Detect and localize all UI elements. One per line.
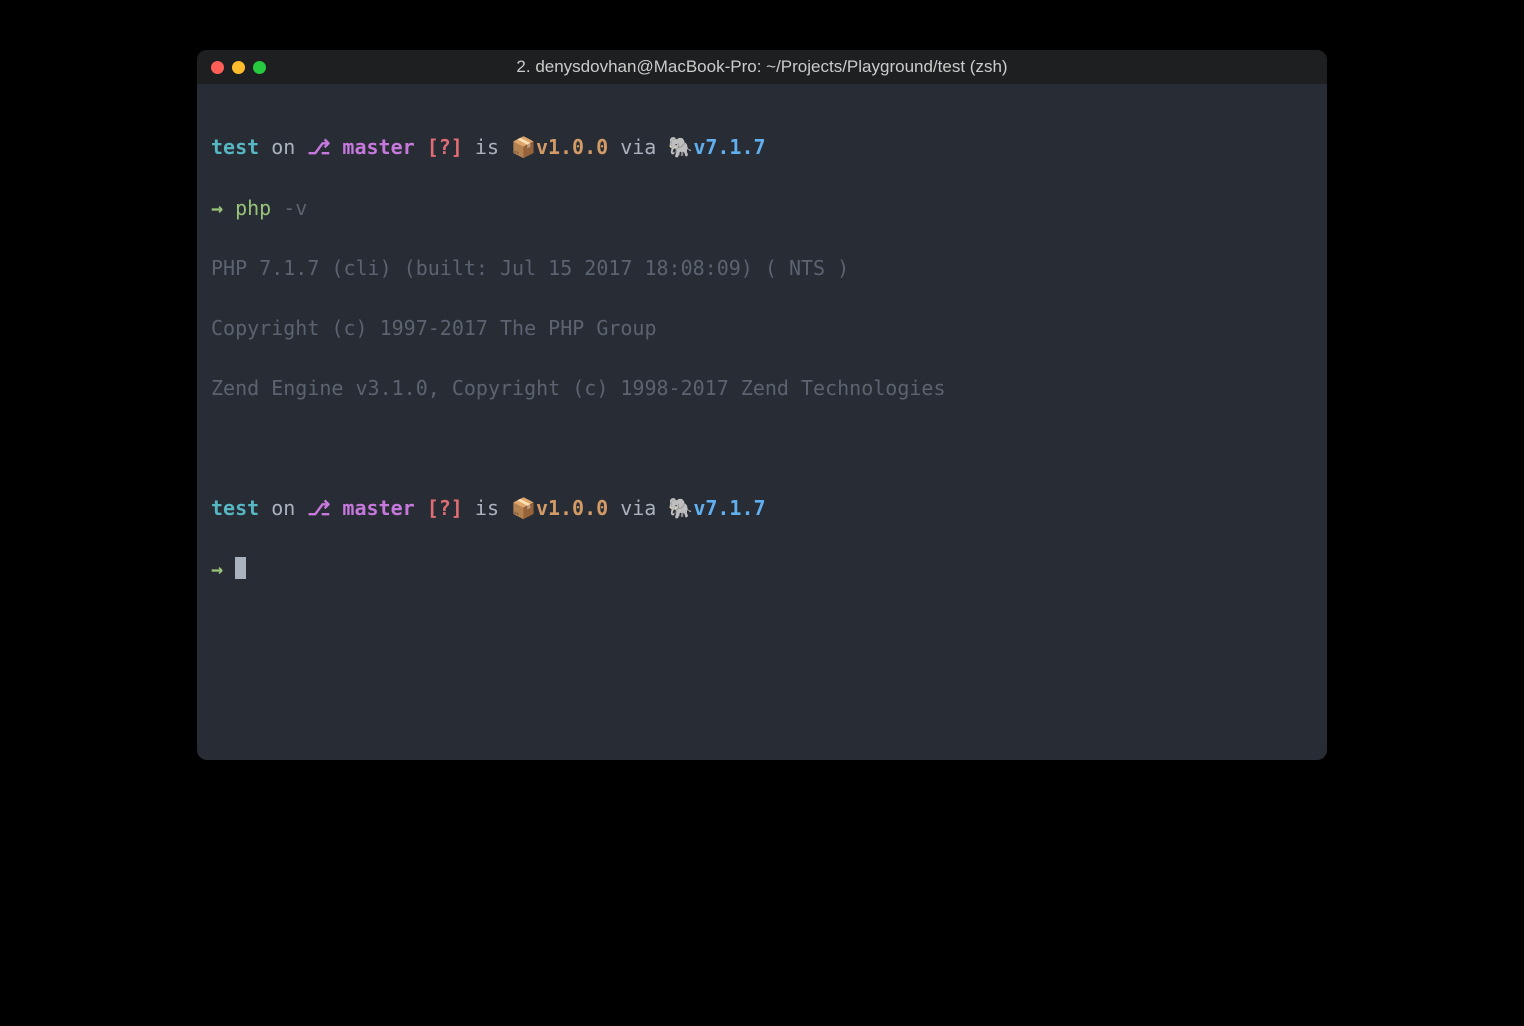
- git-branch: master: [330, 135, 414, 159]
- prompt-arrow-icon: →: [211, 196, 235, 220]
- prompt-line: test on ⎇ master [?] is 📦v1.0.0 via 🐘v7.…: [211, 132, 1313, 163]
- prompt-line: test on ⎇ master [?] is 📦v1.0.0 via 🐘v7.…: [211, 493, 1313, 524]
- command: php: [235, 196, 271, 220]
- terminal-body[interactable]: test on ⎇ master [?] is 📦v1.0.0 via 🐘v7.…: [197, 84, 1327, 662]
- git-status: [?]: [415, 135, 463, 159]
- cursor: [235, 557, 246, 579]
- php-version: v7.1.7: [693, 496, 765, 520]
- minimize-icon[interactable]: [232, 61, 245, 74]
- prompt-is: is: [463, 496, 511, 520]
- prompt-on: on: [259, 496, 307, 520]
- package-version: v1.0.0: [536, 135, 608, 159]
- titlebar: 2. denysdovhan@MacBook-Pro: ~/Projects/P…: [197, 50, 1327, 84]
- git-status: [?]: [415, 496, 463, 520]
- terminal-window: 2. denysdovhan@MacBook-Pro: ~/Projects/P…: [197, 50, 1327, 760]
- close-icon[interactable]: [211, 61, 224, 74]
- git-branch: master: [330, 496, 414, 520]
- package-icon: 📦: [511, 137, 536, 159]
- command-line: → php -v: [211, 193, 1313, 223]
- prompt-is: is: [463, 135, 511, 159]
- command-line: →: [211, 554, 1313, 584]
- prompt-via: via: [608, 496, 668, 520]
- maximize-icon[interactable]: [253, 61, 266, 74]
- output-line: Copyright (c) 1997-2017 The PHP Group: [211, 313, 1313, 343]
- output-line: Zend Engine v3.1.0, Copyright (c) 1998-2…: [211, 373, 1313, 403]
- git-branch-icon: ⎇: [307, 135, 330, 159]
- php-icon: 🐘: [668, 498, 693, 520]
- package-icon: 📦: [511, 498, 536, 520]
- traffic-lights: [211, 61, 266, 74]
- output-line: PHP 7.1.7 (cli) (built: Jul 15 2017 18:0…: [211, 253, 1313, 283]
- prompt-via: via: [608, 135, 668, 159]
- prompt-arrow-icon: →: [211, 557, 235, 581]
- php-version: v7.1.7: [693, 135, 765, 159]
- prompt-dir: test: [211, 496, 259, 520]
- git-branch-icon: ⎇: [307, 496, 330, 520]
- prompt-dir: test: [211, 135, 259, 159]
- php-icon: 🐘: [668, 137, 693, 159]
- blank-line: [211, 433, 1313, 463]
- prompt-on: on: [259, 135, 307, 159]
- window-title: 2. denysdovhan@MacBook-Pro: ~/Projects/P…: [211, 57, 1313, 77]
- package-version: v1.0.0: [536, 496, 608, 520]
- command-args: -v: [271, 196, 307, 220]
